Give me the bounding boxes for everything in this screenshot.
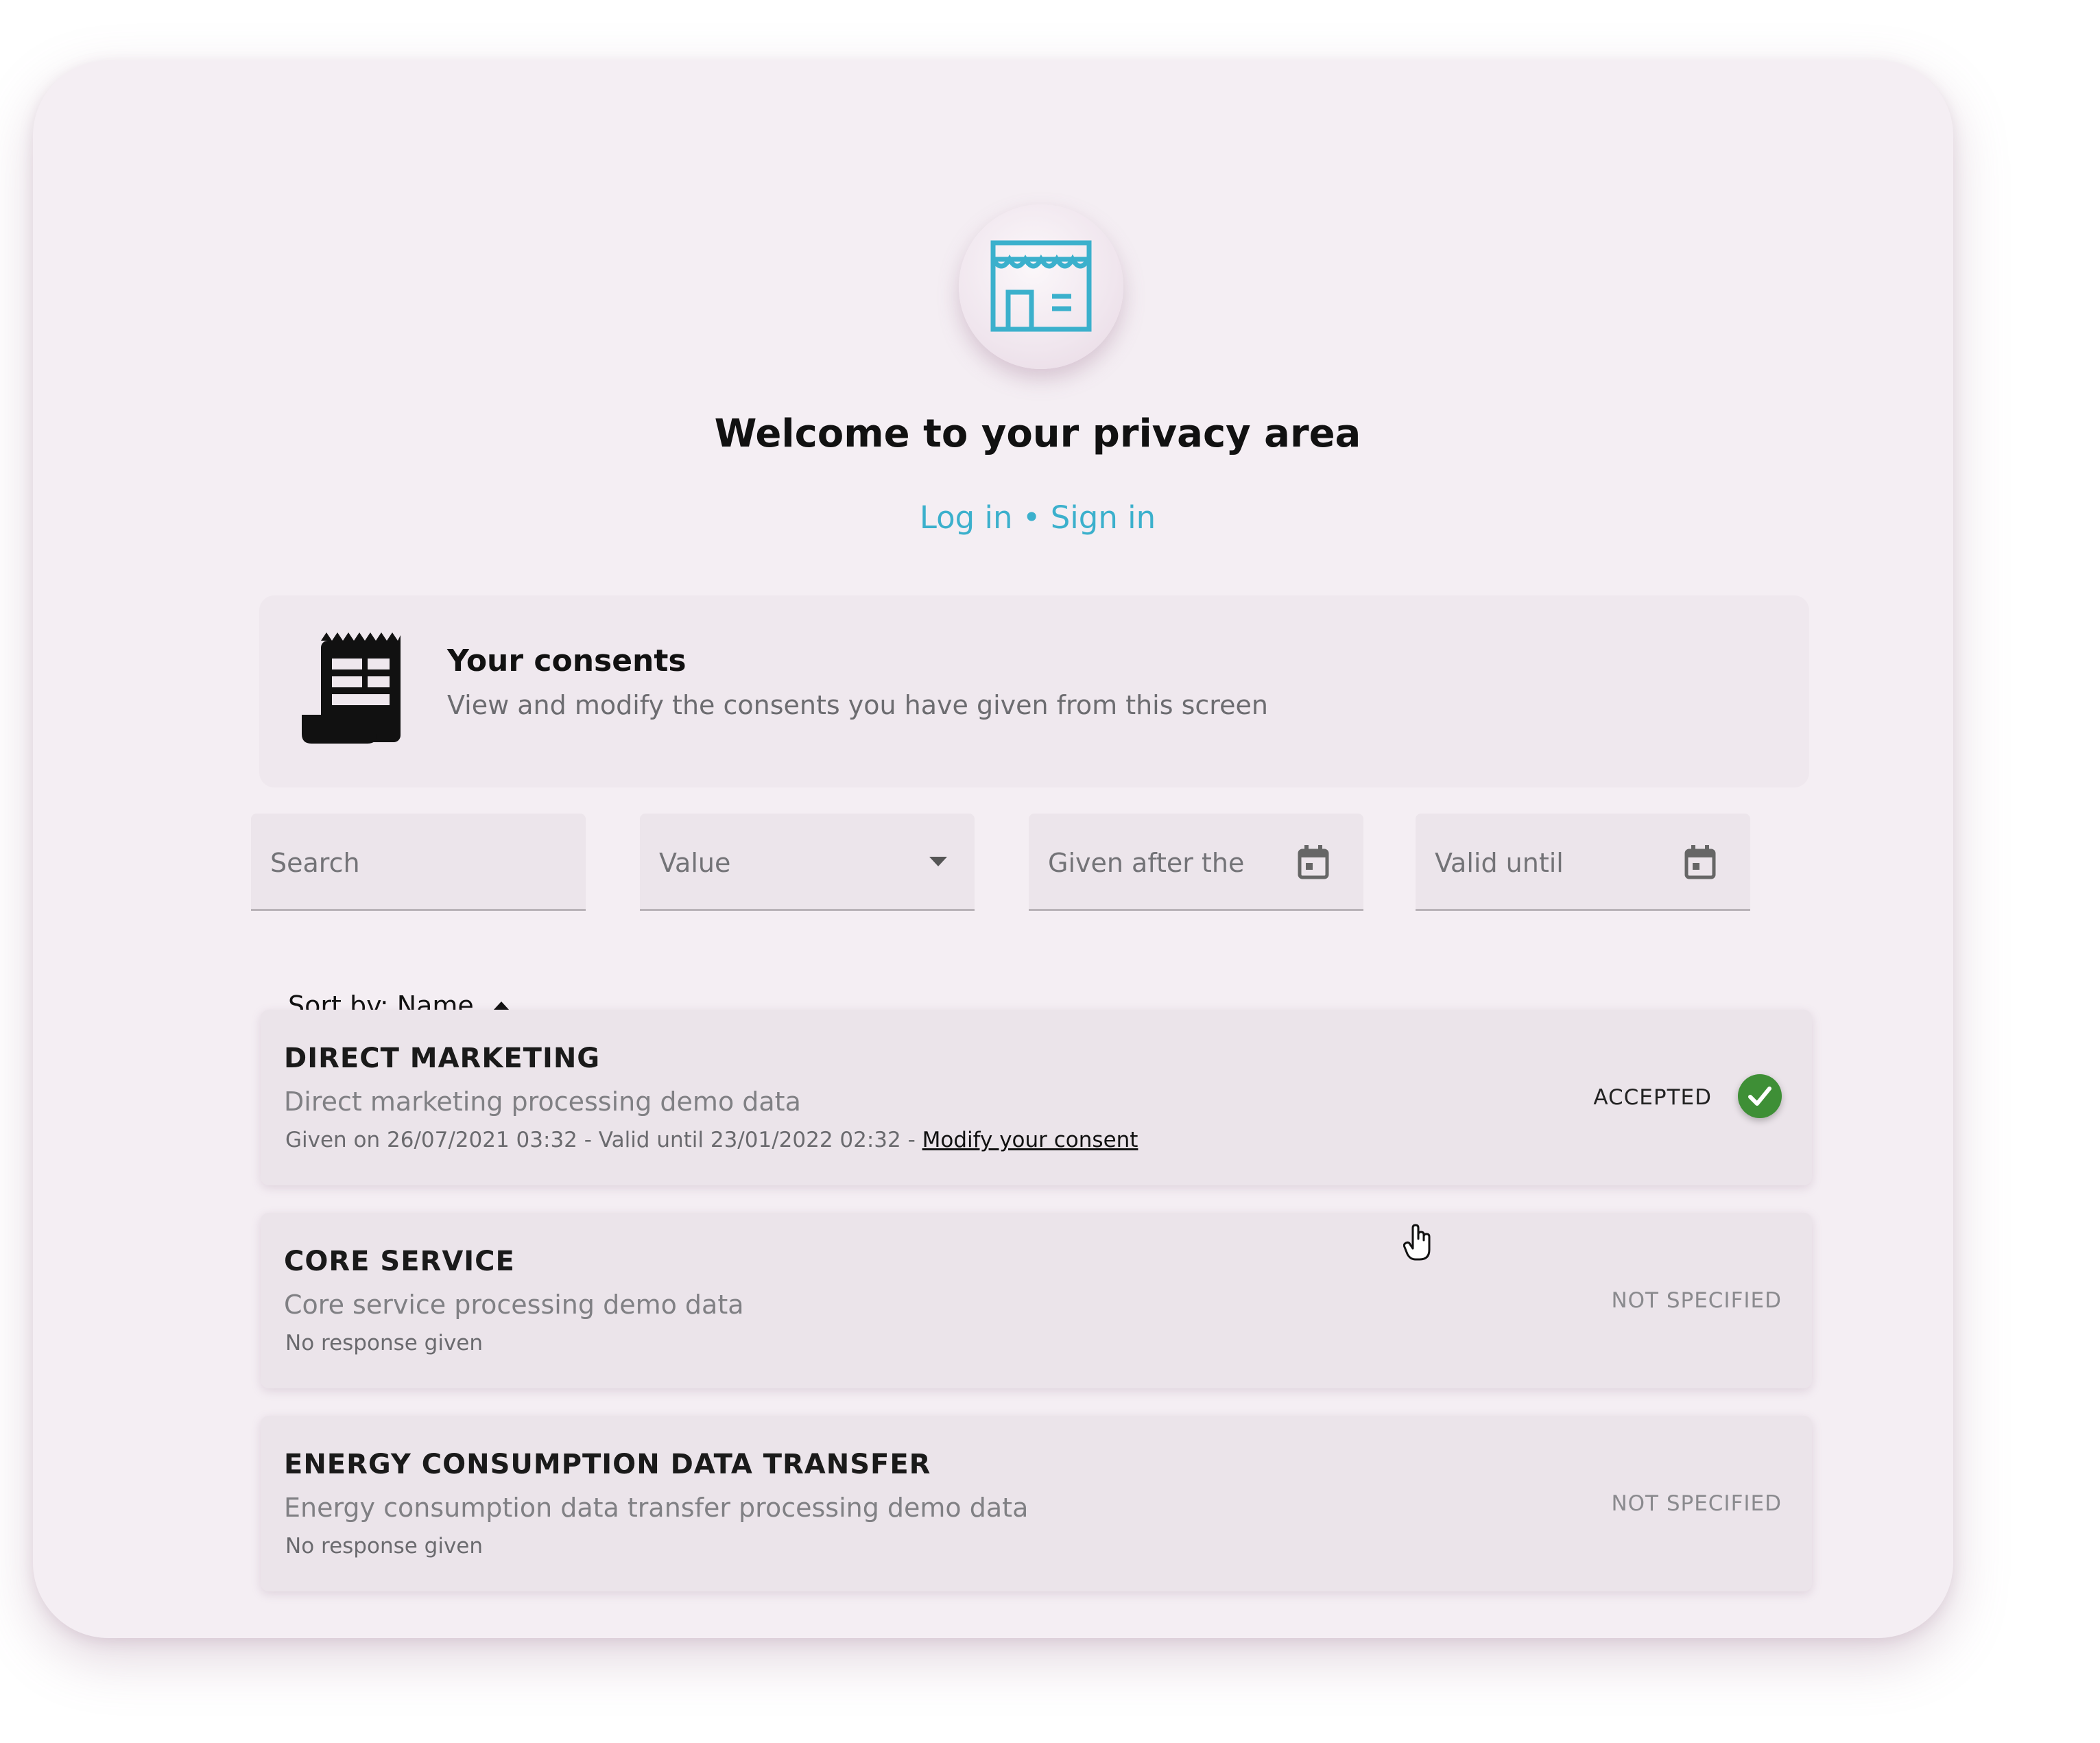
consent-name: ENERGY CONSUMPTION DATA TRANSFER bbox=[284, 1449, 931, 1480]
hand-cursor-icon bbox=[1403, 1224, 1433, 1265]
consents-subtitle: View and modify the consents you have gi… bbox=[447, 690, 1268, 720]
consent-item[interactable]: CORE SERVICE Core service processing dem… bbox=[261, 1213, 1812, 1388]
consent-description: Energy consumption data transfer process… bbox=[284, 1493, 1029, 1523]
search-input[interactable]: Search bbox=[251, 814, 586, 911]
consent-item[interactable]: DIRECT MARKETING Direct marketing proces… bbox=[261, 1010, 1812, 1185]
search-placeholder: Search bbox=[270, 848, 360, 878]
calendar-icon[interactable] bbox=[1684, 845, 1716, 882]
modify-consent-link[interactable]: Modify your consent bbox=[922, 1128, 1138, 1152]
store-icon bbox=[990, 240, 1092, 332]
given-after-date-input[interactable]: Given after the bbox=[1029, 814, 1363, 911]
valid-until-placeholder: Valid until bbox=[1435, 848, 1564, 878]
signin-link[interactable]: Sign in bbox=[1051, 499, 1156, 536]
consent-description: Core service processing demo data bbox=[284, 1290, 744, 1320]
privacy-card: Welcome to your privacy area Log in • Si… bbox=[33, 60, 1953, 1638]
consent-dates: Given on 26/07/2021 03:32 - Valid until … bbox=[285, 1128, 922, 1152]
auth-links: Log in • Sign in bbox=[33, 499, 2042, 536]
consent-name: DIRECT MARKETING bbox=[284, 1043, 601, 1074]
calendar-icon[interactable] bbox=[1298, 845, 1329, 882]
status-badge: NOT SPECIFIED bbox=[1611, 1491, 1782, 1516]
status-badge: NOT SPECIFIED bbox=[1611, 1288, 1782, 1313]
consent-item[interactable]: ENERGY CONSUMPTION DATA TRANSFER Energy … bbox=[261, 1416, 1812, 1591]
accepted-check bbox=[1738, 1074, 1782, 1118]
dropdown-arrow-icon bbox=[929, 856, 947, 869]
consents-title: Your consents bbox=[447, 643, 687, 678]
consent-meta: Given on 26/07/2021 03:32 - Valid until … bbox=[285, 1128, 1138, 1152]
consent-meta: No response given bbox=[285, 1331, 484, 1355]
consent-description: Direct marketing processing demo data bbox=[284, 1087, 801, 1117]
login-link[interactable]: Log in bbox=[920, 499, 1013, 536]
value-select[interactable]: Value bbox=[640, 814, 975, 911]
check-icon bbox=[1748, 1087, 1771, 1106]
consents-header-panel: Your consents View and modify the consen… bbox=[259, 595, 1809, 787]
given-after-placeholder: Given after the bbox=[1048, 848, 1245, 878]
consent-meta: No response given bbox=[285, 1534, 484, 1558]
auth-separator: • bbox=[1022, 499, 1041, 536]
receipt-icon bbox=[300, 631, 403, 748]
page-title: Welcome to your privacy area bbox=[714, 412, 1361, 456]
store-logo bbox=[959, 204, 1123, 369]
consent-name: CORE SERVICE bbox=[284, 1246, 515, 1277]
status-badge: ACCEPTED bbox=[1593, 1085, 1712, 1110]
value-placeholder: Value bbox=[659, 848, 731, 878]
valid-until-date-input[interactable]: Valid until bbox=[1416, 814, 1750, 911]
